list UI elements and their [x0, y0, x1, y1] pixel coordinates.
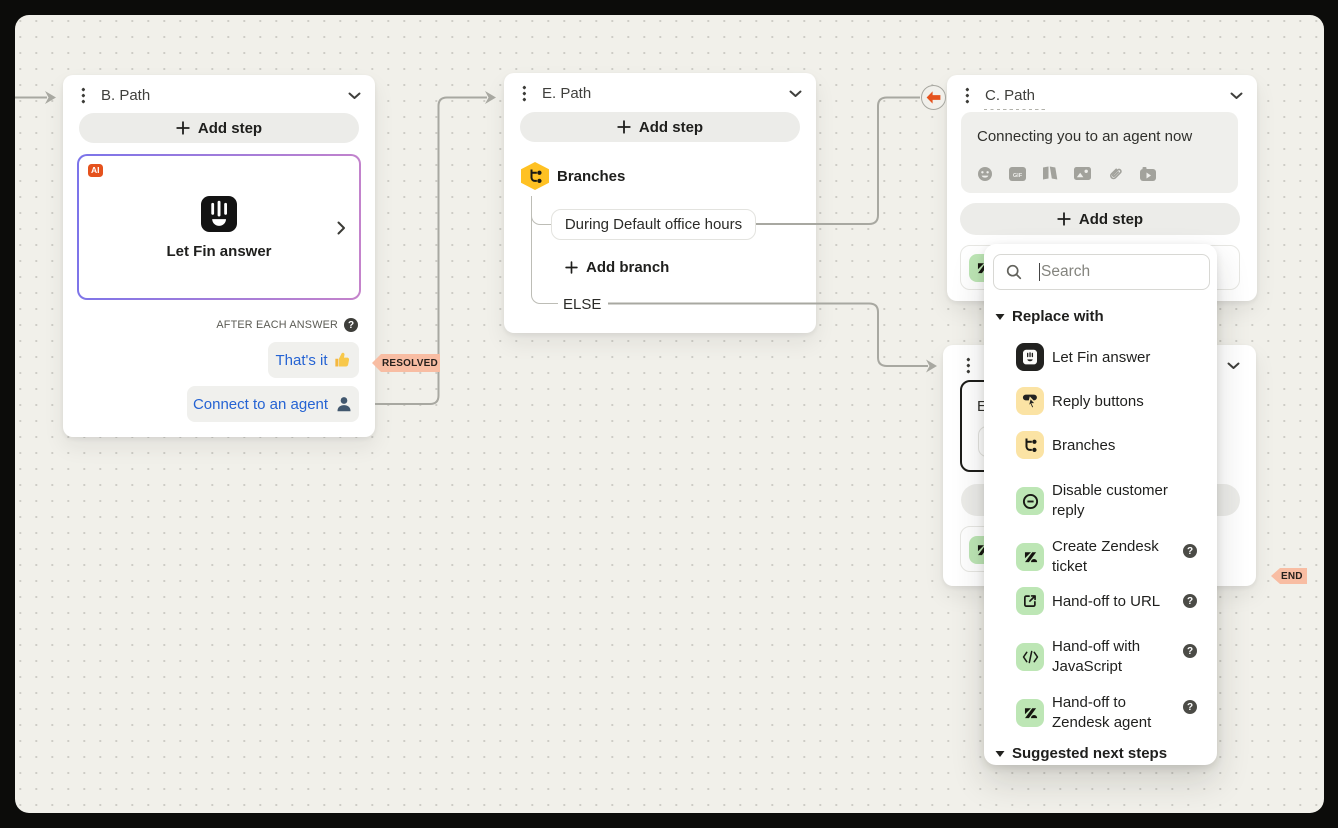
svg-text:GIF: GIF: [1013, 172, 1023, 178]
